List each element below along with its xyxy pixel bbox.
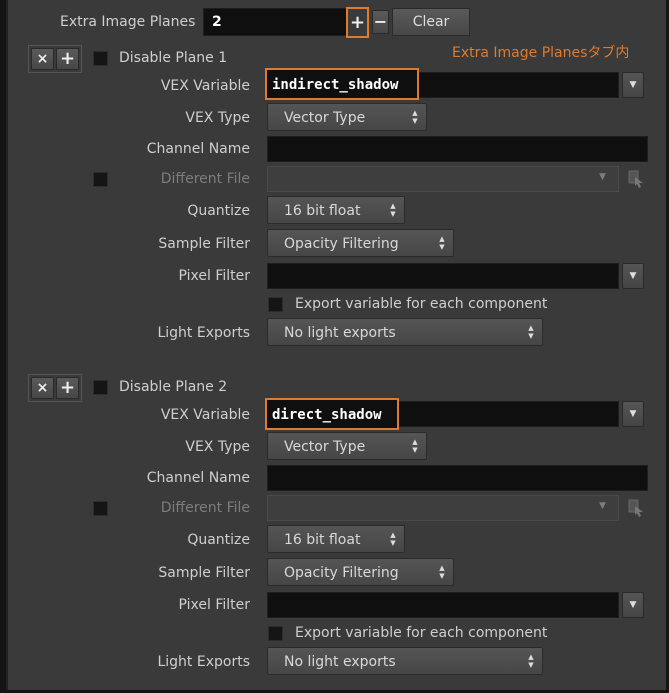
vex-type-label: VEX Type	[185, 439, 250, 455]
light-exports-menu[interactable]: No light exports ▲ ▼	[267, 318, 543, 346]
pixel-filter-label: Pixel Filter	[178, 597, 250, 613]
minus-icon: −	[373, 12, 388, 31]
pixel-filter-field[interactable]	[267, 592, 619, 618]
plane-1-controls: × +	[28, 45, 82, 73]
vex-variable-dropdown[interactable]: ▼	[622, 401, 644, 427]
vex-variable-highlight: indirect_shadow	[265, 68, 419, 100]
spinner-icon: ▲ ▼	[390, 202, 396, 218]
remove-plane-1-button[interactable]: ×	[31, 48, 54, 70]
channel-name-field[interactable]	[267, 465, 648, 491]
spinner-icon: ▲ ▼	[439, 235, 445, 251]
different-file-label: Different File	[160, 171, 250, 187]
quantize-menu[interactable]: 16 bit float ▲ ▼	[267, 525, 405, 553]
export-variable-label: Export variable for each component	[295, 625, 548, 641]
disable-plane-1-label: Disable Plane 1	[119, 50, 228, 66]
vex-variable-value: direct_shadow	[272, 407, 382, 423]
extra-image-planes-count-field[interactable]: 2	[203, 8, 353, 36]
sample-filter-label: Sample Filter	[158, 236, 250, 252]
disable-plane-2-label: Disable Plane 2	[119, 379, 228, 395]
sample-filter-value: Opacity Filtering	[284, 565, 399, 581]
vex-variable-label: VEX Variable	[160, 407, 250, 423]
plane-2-controls: × +	[28, 374, 82, 402]
quantize-value: 16 bit float	[284, 203, 361, 219]
pixel-filter-label: Pixel Filter	[178, 268, 250, 284]
insert-plane-2-button[interactable]: +	[56, 377, 79, 399]
close-icon: ×	[36, 51, 49, 67]
export-variable-checkbox[interactable]	[268, 626, 283, 641]
light-exports-label: Light Exports	[157, 654, 250, 670]
channel-name-label: Channel Name	[146, 470, 250, 486]
sample-filter-menu[interactable]: Opacity Filtering ▲ ▼	[267, 229, 454, 257]
channel-name-label: Channel Name	[146, 141, 250, 157]
plus-icon: +	[349, 12, 366, 33]
remove-plane-2-button[interactable]: ×	[31, 377, 54, 399]
count-value: 2	[212, 14, 222, 30]
file-chooser-icon[interactable]	[628, 499, 644, 517]
light-exports-label: Light Exports	[157, 325, 250, 341]
quantize-value: 16 bit float	[284, 532, 361, 548]
quantize-label: Quantize	[187, 203, 250, 219]
file-chooser-icon[interactable]	[628, 170, 644, 188]
pixel-filter-dropdown[interactable]: ▼	[622, 263, 644, 289]
channel-name-field[interactable]	[267, 136, 648, 162]
vex-type-label: VEX Type	[185, 110, 250, 126]
plus-icon: +	[59, 377, 76, 398]
light-exports-menu[interactable]: No light exports ▲ ▼	[267, 647, 543, 675]
remove-plane-button[interactable]: −	[372, 10, 389, 34]
chevron-down-icon: ▼	[629, 80, 637, 90]
vex-variable-value: indirect_shadow	[272, 77, 399, 93]
clear-button[interactable]: Clear	[392, 8, 470, 36]
spinner-icon: ▲ ▼	[439, 564, 445, 580]
plus-icon: +	[59, 48, 76, 69]
spinner-icon: ▲ ▼	[528, 653, 534, 669]
insert-plane-1-button[interactable]: +	[56, 48, 79, 70]
vex-variable-highlight: direct_shadow	[265, 398, 399, 430]
vex-type-menu[interactable]: Vector Type ▲ ▼	[267, 432, 427, 460]
vex-variable-label: VEX Variable	[160, 78, 250, 94]
vex-variable-dropdown[interactable]: ▼	[622, 72, 644, 98]
spinner-icon: ▲ ▼	[528, 324, 534, 340]
vex-type-value: Vector Type	[284, 110, 366, 126]
chevron-down-icon: ▼	[599, 501, 606, 511]
sample-filter-menu[interactable]: Opacity Filtering ▲ ▼	[267, 558, 454, 586]
chevron-down-icon: ▼	[629, 271, 637, 281]
light-exports-value: No light exports	[284, 654, 396, 670]
different-file-label: Different File	[160, 500, 250, 516]
disable-plane-2-checkbox[interactable]	[93, 380, 108, 395]
pixel-filter-field[interactable]	[267, 263, 619, 289]
annotation-text: Extra Image Planesタブ内	[452, 45, 630, 61]
light-exports-value: No light exports	[284, 325, 396, 341]
spinner-icon: ▲ ▼	[390, 531, 396, 547]
sample-filter-label: Sample Filter	[158, 565, 250, 581]
sample-filter-value: Opacity Filtering	[284, 236, 399, 252]
different-file-field[interactable]	[267, 495, 619, 521]
export-variable-checkbox[interactable]	[268, 297, 283, 312]
extra-image-planes-label: Extra Image Planes	[60, 14, 196, 30]
parameter-panel: Extra Image Planes 2 + − Clear Extra Ima…	[6, 0, 666, 690]
spinner-icon: ▲ ▼	[412, 438, 418, 454]
different-file-field[interactable]	[267, 166, 619, 192]
pixel-filter-dropdown[interactable]: ▼	[622, 592, 644, 618]
vex-type-value: Vector Type	[284, 439, 366, 455]
chevron-down-icon: ▼	[629, 600, 637, 610]
vex-type-menu[interactable]: Vector Type ▲ ▼	[267, 103, 427, 131]
chevron-down-icon: ▼	[599, 172, 606, 182]
disable-plane-1-checkbox[interactable]	[93, 51, 108, 66]
quantize-menu[interactable]: 16 bit float ▲ ▼	[267, 196, 405, 224]
chevron-down-icon: ▼	[629, 409, 637, 419]
add-plane-button[interactable]: +	[346, 7, 369, 38]
close-icon: ×	[36, 380, 49, 396]
spinner-icon: ▲ ▼	[412, 109, 418, 125]
export-variable-label: Export variable for each component	[295, 296, 548, 312]
quantize-label: Quantize	[187, 532, 250, 548]
